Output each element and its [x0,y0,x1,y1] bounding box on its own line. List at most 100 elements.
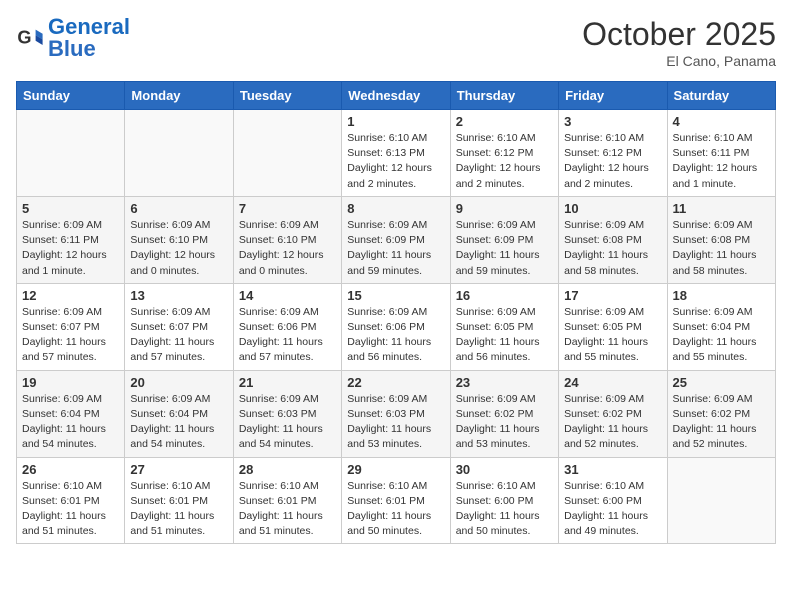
calendar-cell: 3Sunrise: 6:10 AMSunset: 6:12 PMDaylight… [559,110,667,197]
day-number: 6 [130,201,227,216]
calendar-cell: 21 Sunrise: 6:09 AMSunset: 6:03 PMDayligh… [233,370,341,457]
day-info: Sunrise: 6:09 AMSunset: 6:03 PMDaylight:… [239,392,336,453]
weekday-header-row: SundayMondayTuesdayWednesdayThursdayFrid… [17,82,776,110]
calendar-cell: 23Sunrise: 6:09 AMSunset: 6:02 PMDayligh… [450,370,558,457]
day-info: Sunrise: 6:09 AMSunset: 6:07 PMDaylight:… [130,305,227,366]
calendar-cell: 6 Sunrise: 6:09 AMSunset: 6:10 PMDaylight… [125,196,233,283]
location: El Cano, Panama [582,53,776,69]
day-number: 13 [130,288,227,303]
calendar-cell: 25Sunrise: 6:09 AMSunset: 6:02 PMDayligh… [667,370,775,457]
logo-icon: G [16,24,44,52]
day-number: 8 [347,201,444,216]
day-number: 12 [22,288,119,303]
day-info: Sunrise: 6:10 AMSunset: 6:01 PMDaylight:… [347,479,444,540]
calendar-cell: 11Sunrise: 6:09 AMSunset: 6:08 PMDayligh… [667,196,775,283]
day-info: Sunrise: 6:09 AMSunset: 6:02 PMDaylight:… [564,392,661,453]
calendar-cell: 18Sunrise: 6:09 AMSunset: 6:04 PMDayligh… [667,283,775,370]
calendar-cell: 17Sunrise: 6:09 AMSunset: 6:05 PMDayligh… [559,283,667,370]
day-number: 29 [347,462,444,477]
day-number: 27 [130,462,227,477]
svg-text:G: G [17,28,31,48]
calendar-cell [125,110,233,197]
calendar-cell: 24 Sunrise: 6:09 AMSunset: 6:02 PMDayligh… [559,370,667,457]
calendar-cell: 31 Sunrise: 6:10 AMSunset: 6:00 PMDayligh… [559,457,667,544]
day-info: Sunrise: 6:09 AMSunset: 6:11 PMDaylight:… [22,218,119,279]
calendar-week-row: 12 Sunrise: 6:09 AMSunset: 6:07 PMDayligh… [17,283,776,370]
day-info: Sunrise: 6:09 AMSunset: 6:03 PMDaylight:… [347,392,444,453]
calendar-week-row: 5 Sunrise: 6:09 AMSunset: 6:11 PMDaylight… [17,196,776,283]
calendar-cell: 5 Sunrise: 6:09 AMSunset: 6:11 PMDaylight… [17,196,125,283]
day-info: Sunrise: 6:09 AMSunset: 6:06 PMDaylight:… [347,305,444,366]
calendar-cell: 10 Sunrise: 6:09 AMSunset: 6:08 PMDayligh… [559,196,667,283]
day-info: Sunrise: 6:10 AMSunset: 6:11 PMDaylight:… [673,131,770,192]
day-number: 21 [239,375,336,390]
calendar-cell: 29 Sunrise: 6:10 AMSunset: 6:01 PMDayligh… [342,457,450,544]
calendar-week-row: 1Sunrise: 6:10 AMSunset: 6:13 PMDaylight… [17,110,776,197]
day-info: Sunrise: 6:09 AMSunset: 6:08 PMDaylight:… [564,218,661,279]
day-info: Sunrise: 6:09 AMSunset: 6:05 PMDaylight:… [456,305,553,366]
day-number: 31 [564,462,661,477]
calendar-week-row: 26 Sunrise: 6:10 AMSunset: 6:01 PMDayligh… [17,457,776,544]
day-info: Sunrise: 6:09 AMSunset: 6:04 PMDaylight:… [22,392,119,453]
day-info: Sunrise: 6:10 AMSunset: 6:12 PMDaylight:… [564,131,661,192]
day-info: Sunrise: 6:09 AMSunset: 6:05 PMDaylight:… [564,305,661,366]
calendar-cell: 14 Sunrise: 6:09 AMSunset: 6:06 PMDayligh… [233,283,341,370]
day-number: 30 [456,462,553,477]
weekday-header: Tuesday [233,82,341,110]
logo-text: General Blue [48,16,130,60]
calendar-cell: 9 Sunrise: 6:09 AMSunset: 6:09 PMDaylight… [450,196,558,283]
calendar-cell: 16 Sunrise: 6:09 AMSunset: 6:05 PMDayligh… [450,283,558,370]
calendar-cell: 27 Sunrise: 6:10 AMSunset: 6:01 PMDayligh… [125,457,233,544]
day-number: 9 [456,201,553,216]
calendar-cell: 26 Sunrise: 6:10 AMSunset: 6:01 PMDayligh… [17,457,125,544]
logo: G General Blue [16,16,130,60]
day-number: 15 [347,288,444,303]
calendar-cell [667,457,775,544]
calendar-cell: 8Sunrise: 6:09 AMSunset: 6:09 PMDaylight… [342,196,450,283]
day-number: 26 [22,462,119,477]
day-number: 16 [456,288,553,303]
calendar-cell: 2 Sunrise: 6:10 AMSunset: 6:12 PMDaylight… [450,110,558,197]
day-number: 4 [673,114,770,129]
calendar-cell: 30 Sunrise: 6:10 AMSunset: 6:00 PMDayligh… [450,457,558,544]
title-block: October 2025 El Cano, Panama [582,16,776,69]
weekday-header: Saturday [667,82,775,110]
page-header: G General Blue October 2025 El Cano, Pan… [16,16,776,69]
calendar-cell: 13 Sunrise: 6:09 AMSunset: 6:07 PMDayligh… [125,283,233,370]
weekday-header: Monday [125,82,233,110]
day-number: 10 [564,201,661,216]
day-info: Sunrise: 6:09 AMSunset: 6:10 PMDaylight:… [239,218,336,279]
day-number: 2 [456,114,553,129]
calendar-cell: 1Sunrise: 6:10 AMSunset: 6:13 PMDaylight… [342,110,450,197]
day-info: Sunrise: 6:09 AMSunset: 6:04 PMDaylight:… [673,305,770,366]
month-title: October 2025 [582,16,776,53]
day-info: Sunrise: 6:10 AMSunset: 6:00 PMDaylight:… [564,479,661,540]
day-info: Sunrise: 6:10 AMSunset: 6:00 PMDaylight:… [456,479,553,540]
day-info: Sunrise: 6:09 AMSunset: 6:10 PMDaylight:… [130,218,227,279]
weekday-header: Wednesday [342,82,450,110]
day-info: Sunrise: 6:10 AMSunset: 6:12 PMDaylight:… [456,131,553,192]
day-number: 14 [239,288,336,303]
day-info: Sunrise: 6:10 AMSunset: 6:01 PMDaylight:… [130,479,227,540]
day-info: Sunrise: 6:09 AMSunset: 6:07 PMDaylight:… [22,305,119,366]
day-info: Sunrise: 6:10 AMSunset: 6:01 PMDaylight:… [239,479,336,540]
calendar-cell: 4 Sunrise: 6:10 AMSunset: 6:11 PMDaylight… [667,110,775,197]
day-info: Sunrise: 6:09 AMSunset: 6:09 PMDaylight:… [456,218,553,279]
day-info: Sunrise: 6:09 AMSunset: 6:02 PMDaylight:… [673,392,770,453]
calendar-cell: 19 Sunrise: 6:09 AMSunset: 6:04 PMDayligh… [17,370,125,457]
weekday-header: Friday [559,82,667,110]
day-number: 7 [239,201,336,216]
day-number: 1 [347,114,444,129]
day-info: Sunrise: 6:09 AMSunset: 6:02 PMDaylight:… [456,392,553,453]
day-info: Sunrise: 6:09 AMSunset: 6:04 PMDaylight:… [130,392,227,453]
calendar-cell [233,110,341,197]
day-number: 24 [564,375,661,390]
calendar-week-row: 19 Sunrise: 6:09 AMSunset: 6:04 PMDayligh… [17,370,776,457]
weekday-header: Thursday [450,82,558,110]
calendar-cell: 20Sunrise: 6:09 AMSunset: 6:04 PMDayligh… [125,370,233,457]
day-number: 11 [673,201,770,216]
day-number: 5 [22,201,119,216]
day-info: Sunrise: 6:09 AMSunset: 6:06 PMDaylight:… [239,305,336,366]
day-number: 19 [22,375,119,390]
day-info: Sunrise: 6:10 AMSunset: 6:01 PMDaylight:… [22,479,119,540]
